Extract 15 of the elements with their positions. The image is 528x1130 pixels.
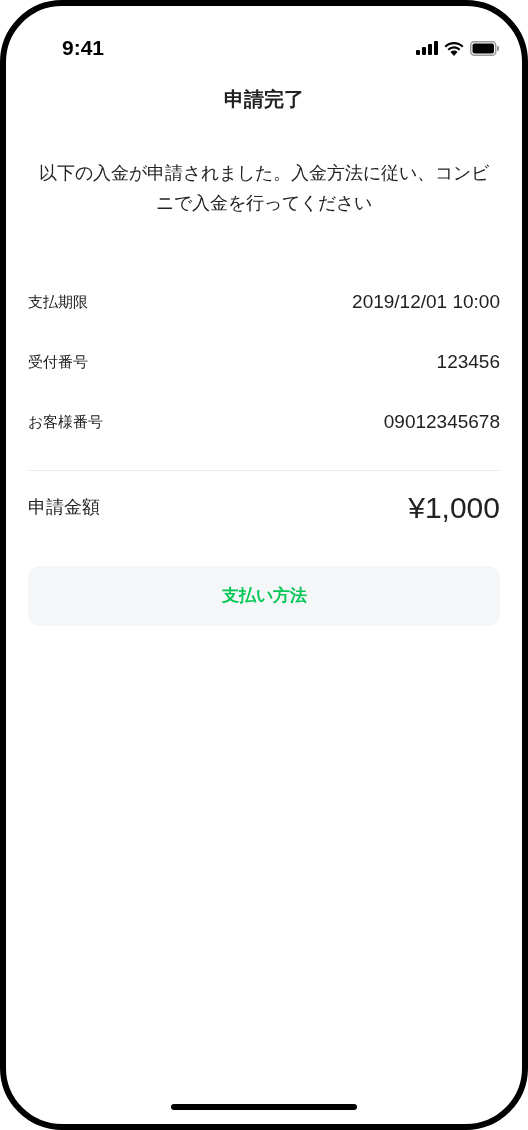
detail-value: 123456 xyxy=(436,349,500,374)
signal-icon xyxy=(416,41,438,55)
detail-value: 09012345678 xyxy=(383,409,500,434)
payment-method-button[interactable]: 支払い方法 xyxy=(28,566,500,626)
total-label: 申請金額 xyxy=(28,496,100,519)
total-amount: ¥1,000 xyxy=(408,490,500,526)
wifi-icon xyxy=(444,40,464,56)
detail-label: お客様番号 xyxy=(28,411,103,432)
message-text: 以下の入金が申請されました。入金方法に従い、コンビニで入金を行ってください xyxy=(38,162,490,215)
detail-label: 受付番号 xyxy=(28,351,88,372)
detail-label: 支払期限 xyxy=(28,291,88,312)
page-title: 申請完了 xyxy=(223,87,305,112)
detail-value: 2019/12/01 10:00 xyxy=(352,289,500,314)
battery-icon xyxy=(470,40,500,56)
status-time: 9:41 xyxy=(62,35,105,62)
